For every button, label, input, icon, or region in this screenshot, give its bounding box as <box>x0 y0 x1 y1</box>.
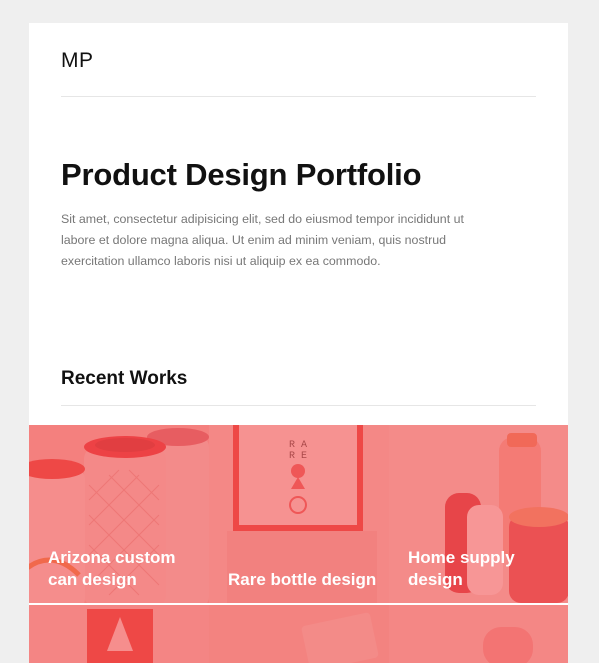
works-grid: Arizona custom can design R A R E Rare b… <box>29 425 568 663</box>
work-title: Arizona custom can design <box>48 548 176 589</box>
work-tile-rare-bottle[interactable]: R A R E Rare bottle design <box>209 425 389 603</box>
divider <box>61 96 536 97</box>
work-tile-home-supply[interactable]: Home supply design <box>389 425 568 603</box>
work-tile-row2-2[interactable] <box>209 605 389 663</box>
work-title: Home supply design <box>408 548 515 589</box>
page-card: MP Product Design Portfolio Sit amet, co… <box>29 23 568 663</box>
page-title: Product Design Portfolio <box>61 157 422 192</box>
page-description: Sit amet, consectetur adipisicing elit, … <box>61 212 464 268</box>
section-title-recent-works: Recent Works <box>61 368 188 389</box>
brand-logo[interactable]: MP <box>61 49 94 73</box>
work-tile-row2-1[interactable] <box>29 605 209 663</box>
divider <box>61 405 536 406</box>
work-tile-arizona[interactable]: Arizona custom can design <box>29 425 209 603</box>
work-title: Rare bottle design <box>228 570 377 589</box>
work-tile-row2-3[interactable] <box>389 605 568 663</box>
